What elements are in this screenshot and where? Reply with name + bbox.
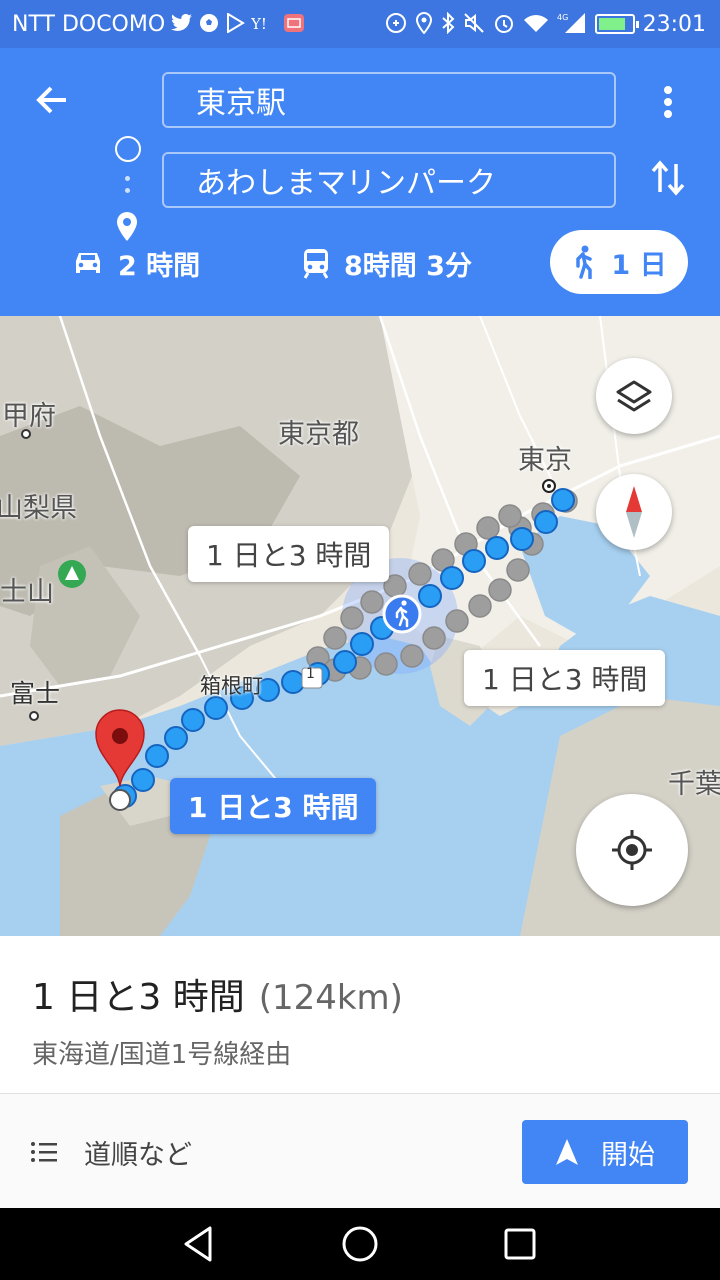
mode-transit[interactable]: 8時間 3分 [302, 230, 472, 296]
nav-back-icon [184, 1226, 212, 1262]
origin-marker-icon [115, 136, 141, 162]
swap-button[interactable] [648, 156, 688, 200]
train-icon [303, 249, 329, 279]
data-saver-icon [385, 12, 407, 37]
status-bar-left: NTT DOCOMO Y! [12, 10, 305, 38]
destination-field[interactable]: あわしまマリンパーク [162, 152, 616, 208]
route-summary[interactable]: 1 日と3 時間 (124km) 東海道/国道1号線経由 [0, 936, 720, 1094]
travel-modes: 2 時間 8時間 3分 1 日 [0, 230, 720, 296]
mode-car-label: 2 時間 [118, 250, 201, 282]
mode-walk-label: 1 日 [611, 249, 667, 281]
bluetooth-icon [441, 11, 455, 37]
list-icon [31, 1142, 57, 1162]
map-label-hakone: 箱根町 [200, 674, 263, 698]
signal-icon: 4G [557, 12, 587, 37]
start-button[interactable]: 開始 [522, 1120, 688, 1184]
nav-back-button[interactable] [178, 1222, 222, 1266]
location-icon [415, 11, 433, 37]
soccer-ball-icon [199, 13, 219, 36]
carrier-name: NTT DOCOMO [12, 11, 166, 37]
swap-vert-icon [651, 160, 685, 196]
action-bar: 道順など 開始 [0, 1094, 720, 1208]
arrow-back-icon [36, 86, 66, 114]
wifi-icon [523, 13, 549, 36]
route-bubble-selected[interactable]: 1 日と3 時間 [170, 778, 377, 834]
status-bar: NTT DOCOMO Y! 4G 23:01 [0, 0, 720, 48]
mail-icon [283, 13, 305, 36]
more-vert-icon [664, 86, 672, 118]
car-icon [76, 253, 100, 273]
mute-icon [463, 12, 485, 37]
map-label-fujisan: 士山 [0, 577, 54, 608]
map-label-tokyo-to: 東京都 [278, 419, 359, 450]
more-options-button[interactable] [652, 82, 684, 122]
map-label-tokyo: 東京 [518, 445, 572, 476]
status-time: 23:01 [642, 11, 706, 37]
svg-text:Y!: Y! [251, 15, 267, 32]
nav-home-button[interactable] [338, 1222, 382, 1266]
directions-header: 東京駅 あわしまマリンパーク 2 時間 8時間 3分 1 日 [0, 48, 720, 316]
route-number-shield: 1 [306, 666, 315, 682]
mode-walk[interactable]: 1 日 [550, 230, 688, 294]
steps-button-label: 道順など [84, 1139, 192, 1171]
map-view[interactable]: 甲府 東京都 東京 山梨県 士山 富士 箱根町 千葉 1 1 日と3 時間 1 … [0, 316, 720, 936]
system-nav-bar [0, 1208, 720, 1280]
walk-icon [576, 245, 593, 279]
play-store-icon [225, 11, 246, 36]
layers-icon [616, 380, 652, 412]
route-bubble-alt-upper[interactable]: 1 日と3 時間 [188, 526, 390, 582]
map-label-chiba: 千葉 [668, 769, 720, 800]
battery-icon [594, 14, 639, 34]
start-button-label: 開始 [601, 1139, 655, 1171]
alarm-icon [493, 12, 515, 37]
origin-field[interactable]: 東京駅 [162, 72, 616, 128]
nav-recents-icon [504, 1228, 536, 1260]
map-label-fuji: 富士 [10, 679, 61, 708]
nav-recents-button[interactable] [498, 1222, 542, 1266]
mode-transit-label: 8時間 3分 [344, 250, 472, 282]
mode-car[interactable]: 2 時間 [72, 230, 200, 296]
status-bar-right: 4G 23:01 [385, 10, 706, 38]
layers-button[interactable] [596, 358, 672, 434]
compass-icon [626, 486, 642, 538]
yahoo-icon: Y! [250, 14, 277, 35]
steps-button[interactable]: 道順など [30, 1124, 192, 1180]
network-type: 4G [557, 13, 568, 22]
my-location-button[interactable] [576, 794, 688, 906]
route-dots-icon [125, 176, 131, 200]
navigation-arrow-icon [556, 1139, 578, 1165]
nav-home-icon [342, 1226, 378, 1262]
map-label-yamanashi: 山梨県 [0, 493, 77, 524]
back-button[interactable] [30, 78, 74, 122]
route-title: 1 日と3 時間 (124km) [32, 968, 403, 1020]
route-distance: (124km) [258, 978, 403, 1018]
my-location-icon [612, 830, 652, 870]
twitter-icon [171, 13, 193, 35]
route-duration: 1 日と3 時間 [32, 977, 245, 1018]
compass-button[interactable] [596, 474, 672, 550]
route-bubble-alt-right[interactable]: 1 日と3 時間 [464, 650, 666, 706]
route-via: 東海道/国道1号線経由 [32, 1040, 292, 1070]
map-label-kofu: 甲府 [2, 401, 56, 432]
